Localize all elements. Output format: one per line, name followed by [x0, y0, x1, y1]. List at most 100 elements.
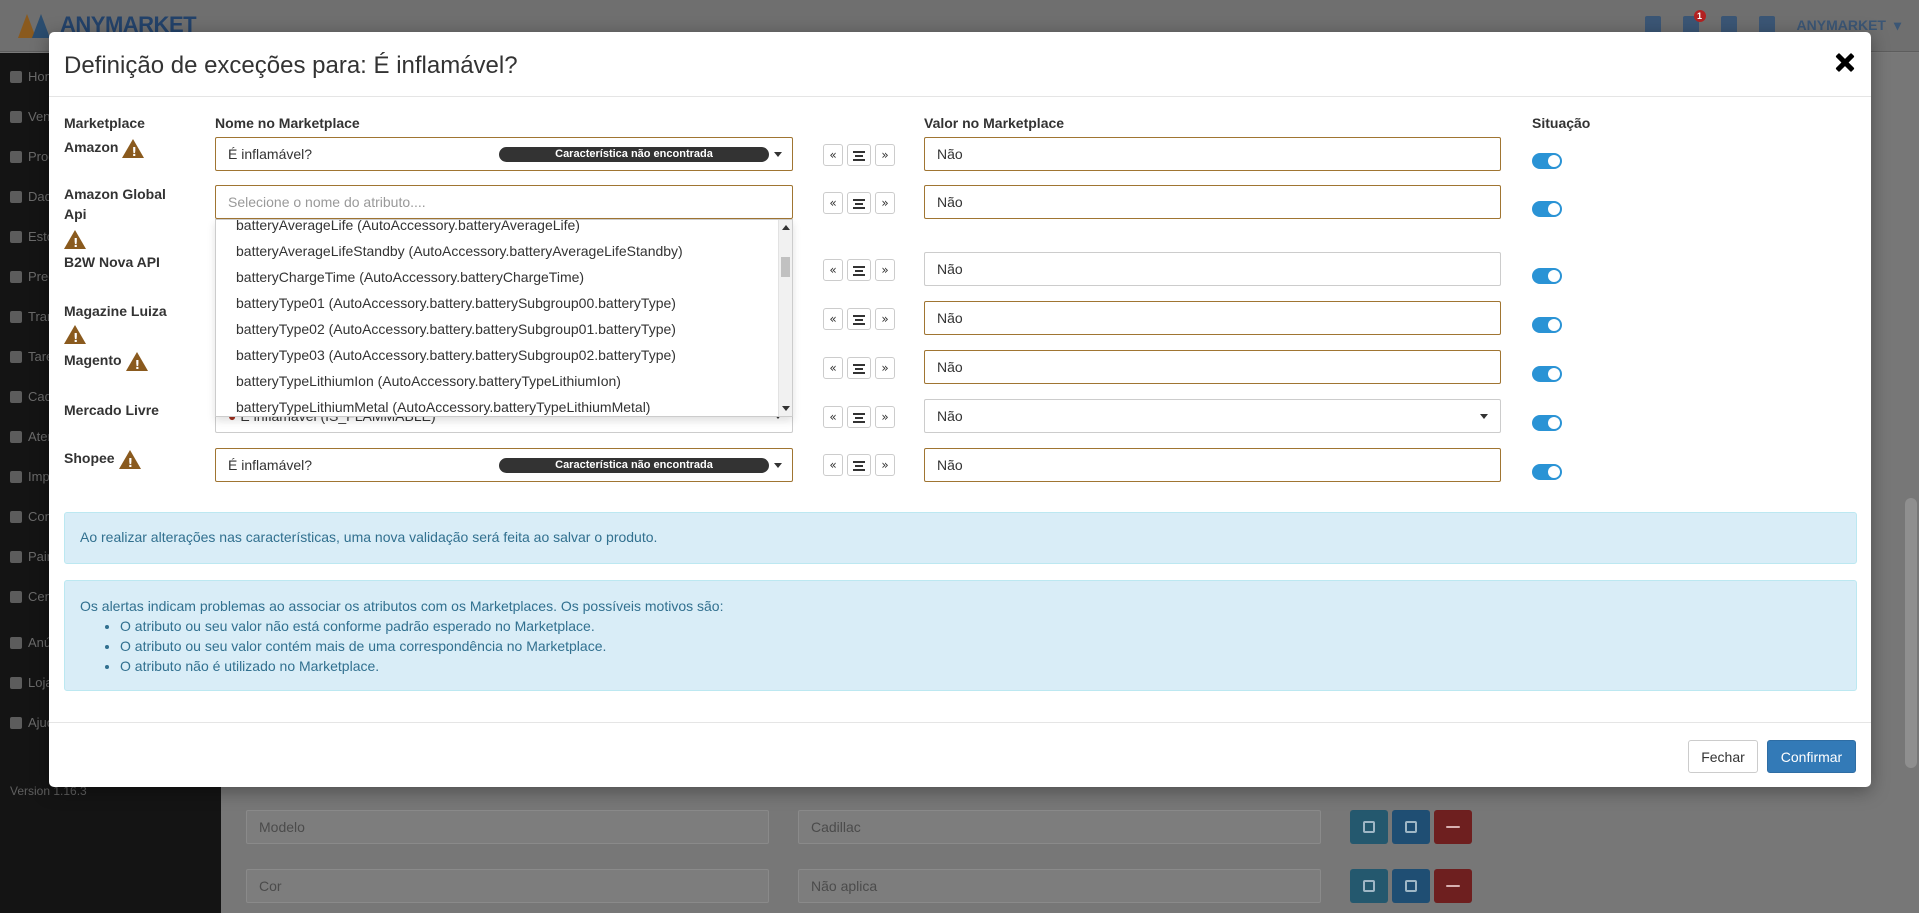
copy-right-button[interactable]: »: [875, 259, 895, 281]
remove-button[interactable]: [1434, 869, 1472, 903]
remove-button[interactable]: [1434, 810, 1472, 844]
scroll-up-icon[interactable]: [782, 225, 790, 230]
dropdown-option[interactable]: batteryChargeTime (AutoAccessory.battery…: [236, 269, 584, 285]
attribute-search-field[interactable]: [216, 186, 792, 218]
situation-toggle[interactable]: [1532, 366, 1562, 382]
dial-icon: [10, 590, 22, 603]
user-menu[interactable]: ANYMARKET ▾: [1797, 17, 1901, 34]
copy-right-button[interactable]: »: [875, 357, 895, 379]
copy-right-button[interactable]: »: [875, 308, 895, 330]
alert-intro: Os alertas indicam problemas ao associar…: [80, 598, 724, 614]
warning-icon[interactable]: [118, 449, 141, 473]
reason-item: O atributo ou seu valor não está conform…: [120, 616, 1841, 636]
value-field[interactable]: Não: [924, 350, 1501, 384]
bg-attribute-name-field[interactable]: Modelo: [246, 810, 769, 844]
exceptions-modal: Definição de exceções para: É inflamável…: [49, 32, 1871, 787]
situation-toggle[interactable]: [1532, 268, 1562, 284]
dropdown-option[interactable]: batteryType02 (AutoAccessory.battery.bat…: [236, 321, 676, 337]
check-button[interactable]: [1392, 810, 1430, 844]
column-header-name: Nome no Marketplace: [215, 115, 360, 131]
minus-icon: [1446, 885, 1460, 887]
bg-attribute-value-field[interactable]: Cadillac: [798, 810, 1321, 844]
help-icon: [10, 716, 22, 729]
price-icon: [10, 270, 22, 283]
copy-right-button[interactable]: »: [875, 144, 895, 166]
tasks-icon: [10, 350, 22, 363]
close-icon[interactable]: [1831, 48, 1859, 76]
status-badge: Característica não encontrada: [499, 147, 769, 162]
attribute-search-input[interactable]: [215, 185, 793, 219]
situation-toggle[interactable]: [1532, 317, 1562, 333]
bg-attribute-name-field[interactable]: Cor: [246, 869, 769, 903]
copy-left-button[interactable]: «: [823, 357, 843, 379]
copy-left-button[interactable]: «: [823, 259, 843, 281]
warning-icon[interactable]: [64, 230, 86, 253]
dropdown-option[interactable]: batteryAverageLife (AutoAccessory.batter…: [236, 220, 580, 233]
situation-toggle[interactable]: [1532, 201, 1562, 217]
copy-right-button[interactable]: »: [875, 406, 895, 428]
marketplace-name: Amazon: [64, 137, 184, 162]
dropdown-option[interactable]: batteryTypeLithiumMetal (AutoAccessory.b…: [236, 399, 650, 415]
marketplace-name: Amazon Global Api: [64, 184, 184, 253]
align-center-icon: [853, 266, 865, 276]
attribute-select-value: É inflamável?: [228, 146, 313, 162]
dropdown-option[interactable]: batteryType01 (AutoAccessory.battery.bat…: [236, 295, 676, 311]
gear-icon: [10, 510, 22, 523]
grid-icon: [10, 676, 22, 689]
align-button[interactable]: [847, 192, 871, 214]
bg-attribute-value-field[interactable]: Não aplica: [798, 869, 1321, 903]
situation-toggle[interactable]: [1532, 464, 1562, 480]
lock-button[interactable]: [1350, 869, 1388, 903]
align-button[interactable]: [847, 259, 871, 281]
copy-left-button[interactable]: «: [823, 144, 843, 166]
copy-left-button[interactable]: «: [823, 406, 843, 428]
chat-icon: [10, 430, 22, 443]
copy-right-button[interactable]: »: [875, 454, 895, 476]
align-button[interactable]: [847, 144, 871, 166]
marketplace-label: Shopee: [64, 450, 115, 466]
copy-left-button[interactable]: «: [823, 192, 843, 214]
lock-icon: [1363, 821, 1375, 833]
align-button[interactable]: [847, 357, 871, 379]
reason-item: O atributo não é utilizado no Marketplac…: [120, 656, 1841, 676]
caret-down-icon: [1480, 414, 1488, 419]
value-field[interactable]: Não: [924, 448, 1501, 482]
close-button[interactable]: Fechar: [1688, 740, 1758, 773]
situation-toggle[interactable]: [1532, 153, 1562, 169]
marketplace-label: Magento: [64, 352, 122, 368]
align-button[interactable]: [847, 308, 871, 330]
attribute-select[interactable]: É inflamável? Característica não encontr…: [215, 137, 793, 171]
align-button[interactable]: [847, 406, 871, 428]
warning-icon[interactable]: [64, 325, 86, 348]
copy-left-button[interactable]: «: [823, 308, 843, 330]
lock-button[interactable]: [1350, 810, 1388, 844]
confirm-button[interactable]: Confirmar: [1767, 740, 1856, 773]
value-field[interactable]: Não: [924, 301, 1501, 335]
lock-icon: [1363, 880, 1375, 892]
value-field[interactable]: Não: [924, 137, 1501, 171]
dropdown-option[interactable]: batteryAverageLifeStandby (AutoAccessory…: [236, 243, 683, 259]
modal-header: Definição de exceções para: É inflamável…: [49, 32, 1871, 97]
copy-right-button[interactable]: »: [875, 192, 895, 214]
dropdown-option[interactable]: batteryTypeLithiumIon (AutoAccessory.bat…: [236, 373, 621, 389]
check-button[interactable]: [1392, 869, 1430, 903]
modal-footer: [49, 722, 1871, 787]
marketplace-label: Magazine Luiza: [64, 303, 167, 319]
warning-icon[interactable]: [125, 351, 148, 375]
scroll-thumb[interactable]: [781, 257, 790, 277]
sidebar-item[interactable]: Loja: [10, 675, 53, 690]
situation-toggle[interactable]: [1532, 415, 1562, 431]
value-select[interactable]: Não: [924, 399, 1501, 433]
attribute-select-value: É inflamável?: [228, 457, 313, 473]
value-field[interactable]: Não: [924, 252, 1501, 286]
page-scrollbar[interactable]: [1905, 498, 1917, 768]
scroll-down-icon[interactable]: [782, 406, 790, 411]
copy-buttons: « »: [823, 259, 895, 281]
align-button[interactable]: [847, 454, 871, 476]
dropdown-scrollbar[interactable]: [778, 220, 792, 416]
attribute-select[interactable]: É inflamável? Característica não encontr…: [215, 448, 793, 482]
dropdown-option[interactable]: batteryType03 (AutoAccessory.battery.bat…: [236, 347, 676, 363]
copy-left-button[interactable]: «: [823, 454, 843, 476]
warning-icon[interactable]: [122, 138, 145, 162]
value-field[interactable]: Não: [924, 185, 1501, 219]
